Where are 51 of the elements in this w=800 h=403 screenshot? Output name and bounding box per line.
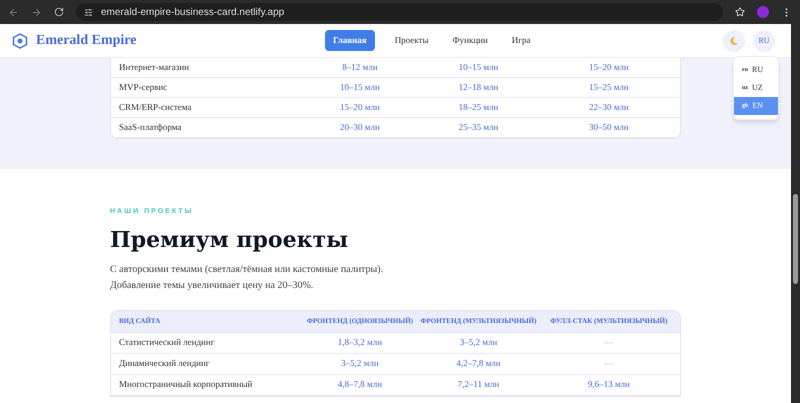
price-cell-text: 4,8–7,8 млн <box>336 378 384 391</box>
language-label: UZ <box>752 82 763 94</box>
section-title: Премиум проекты <box>110 226 350 254</box>
price-cell-text: 4,2–7,8 млн <box>455 356 502 370</box>
section-description: Добавление темы увеличивает цену на 20–30%. <box>110 278 314 292</box>
hexagon-logo-icon <box>12 32 28 48</box>
row-label: Многостраничный корпоративный <box>118 378 254 391</box>
site-settings-icon[interactable] <box>84 8 93 16</box>
price-cell-text: 9,6–13 млн <box>586 378 631 391</box>
price-cell-text: 8–12 млн <box>341 60 379 74</box>
price-cell-text: 10–15 млн <box>458 60 500 74</box>
section-description: С авторскими темами (светлая/тёмная или кастомные палитры). <box>110 262 384 276</box>
forward-icon[interactable] <box>31 6 42 18</box>
url-text: emerald-empire-business-card.netlify.app <box>101 6 284 20</box>
back-icon[interactable] <box>8 6 19 18</box>
price-cell-text: 3–5,2 млн <box>340 356 380 370</box>
language-button[interactable]: RU <box>753 30 775 52</box>
price-cell-text: — <box>603 336 614 349</box>
row-label: MVP-сервис <box>118 80 168 94</box>
row-label: Интернет-магазин <box>118 60 190 74</box>
price-cell-text: 22–30 млн <box>588 100 630 114</box>
nav-link[interactable]: Проекты <box>390 30 433 52</box>
nav-link[interactable]: Функции <box>448 30 492 52</box>
star-icon[interactable] <box>735 7 745 17</box>
site-logo[interactable]: Emerald Empire <box>36 30 136 51</box>
price-cell-text: 15–20 млн <box>339 100 381 114</box>
row-label: Динамический лендинг <box>118 356 210 370</box>
row-label: Статистический лендинг <box>118 336 216 349</box>
price-cell-text: 1,8–3,2 млн <box>336 336 384 349</box>
language-label: RU <box>752 64 764 76</box>
price-cell-text: 7,2–11 млн <box>456 378 500 391</box>
price-cell-text: 30–50 млн <box>588 120 630 134</box>
price-cell-text: 25–35 млн <box>458 120 500 134</box>
price-cell-text: 15–25 млн <box>588 80 630 94</box>
price-cell-text: 3–5,2 млн <box>458 336 498 349</box>
price-cell-text: 10–15 млн <box>339 80 381 94</box>
nav-link[interactable]: Главная <box>325 30 375 52</box>
price-cell-text: 12–18 млн <box>458 80 500 94</box>
row-label: SaaS-платформа <box>118 120 182 134</box>
price-cell-text: 18–25 млн <box>458 100 500 114</box>
nav-link[interactable]: Игра <box>508 30 534 52</box>
language-label: EN <box>752 100 764 112</box>
row-label: CRM/ERP-система <box>118 100 192 114</box>
moon-icon <box>729 36 739 46</box>
reload-icon[interactable] <box>54 7 64 17</box>
price-cell-text: — <box>603 356 614 370</box>
address-bar[interactable]: emerald-empire-business-card.netlify.app <box>76 3 723 21</box>
scrollbar[interactable] <box>791 24 800 403</box>
price-cell-text: 15–20 млн <box>588 60 630 74</box>
price-cell-text: 20–30 млн <box>339 120 381 134</box>
theme-toggle-button[interactable] <box>723 30 745 52</box>
